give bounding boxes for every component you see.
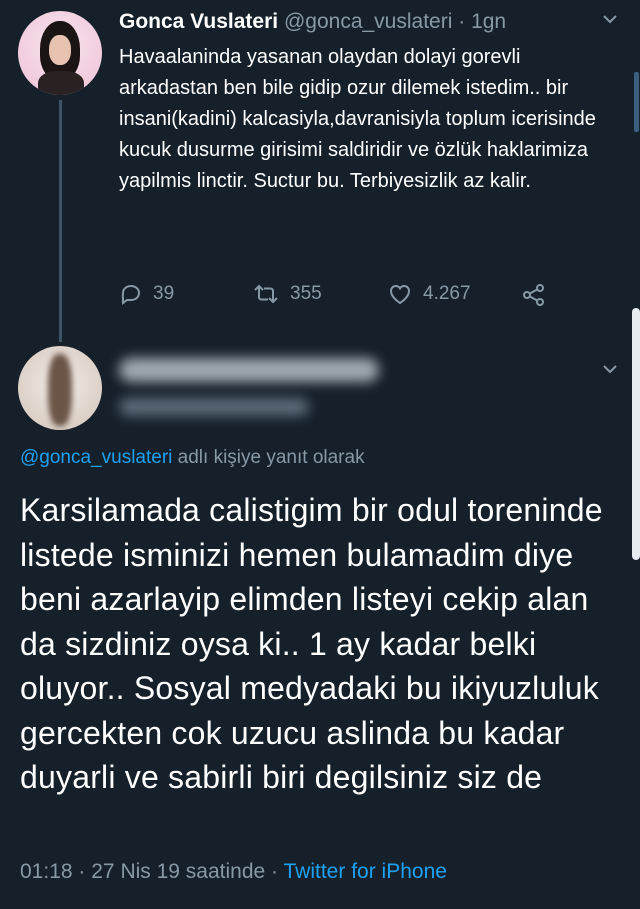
thread-connector-line: [59, 100, 62, 342]
retweet-icon: [254, 284, 278, 304]
reply-icon: [121, 284, 141, 305]
chevron-down-icon: [603, 15, 617, 24]
like-button[interactable]: 4.267: [387, 282, 471, 306]
share-icon: [523, 284, 544, 306]
heart-icon: [389, 284, 411, 305]
retweet-button[interactable]: 355: [252, 282, 322, 306]
replying-to-link[interactable]: @gonca_vuslateri: [20, 447, 172, 468]
avatar-figure: [48, 354, 72, 426]
tweet-text: Havaalaninda yasanan olaydan dolayi gore…: [119, 46, 596, 192]
reply-date: 27 Nis 19 saatinde: [91, 860, 266, 883]
retweet-count: 355: [290, 283, 322, 304]
author-avatar[interactable]: [18, 11, 102, 95]
meta-separator-2: ·: [271, 860, 279, 883]
reply-count: 39: [153, 283, 175, 304]
reply-menu-button[interactable]: [601, 360, 619, 383]
reply-button[interactable]: 39: [119, 282, 174, 306]
tweet-source-link[interactable]: Twitter for iPhone: [284, 860, 447, 883]
avatar-body: [38, 71, 84, 95]
chevron-down-icon: [603, 365, 617, 374]
header-separator: ·: [458, 10, 466, 33]
replying-to-suffix: adlı kişiye yanıt olarak: [177, 447, 365, 468]
avatar-face: [49, 35, 71, 65]
reply-time: 01:18: [20, 860, 73, 883]
tweet-menu-button[interactable]: [601, 10, 619, 33]
scrollbar-top[interactable]: [634, 72, 639, 132]
meta-separator: ·: [78, 860, 86, 883]
scrollbar-thumb[interactable]: [632, 308, 640, 560]
reply-meta: 01:18 · 27 Nis 19 saatinde · Twitter for…: [20, 860, 447, 884]
author-handle[interactable]: @gonca_vuslateri: [284, 10, 452, 33]
like-count: 4.267: [423, 283, 471, 304]
reply-author-name-redacted[interactable]: [119, 358, 379, 382]
author-name[interactable]: Gonca Vuslateri: [119, 10, 278, 33]
tweet-time-ago[interactable]: 1gn: [471, 10, 506, 33]
replying-to-line: @gonca_vuslateri adlı kişiye yanıt olara…: [20, 447, 365, 469]
reply-author-avatar[interactable]: [18, 346, 102, 430]
share-button[interactable]: [521, 282, 547, 308]
reply-author-handle-redacted[interactable]: [119, 398, 309, 416]
tweet-actions: 39 355 4.267: [119, 282, 559, 312]
tweet-header: Gonca Vuslateri @gonca_vuslateri · 1gn: [119, 10, 506, 34]
reply-text: Karsilamada calistigim bir odul torenind…: [20, 492, 603, 795]
